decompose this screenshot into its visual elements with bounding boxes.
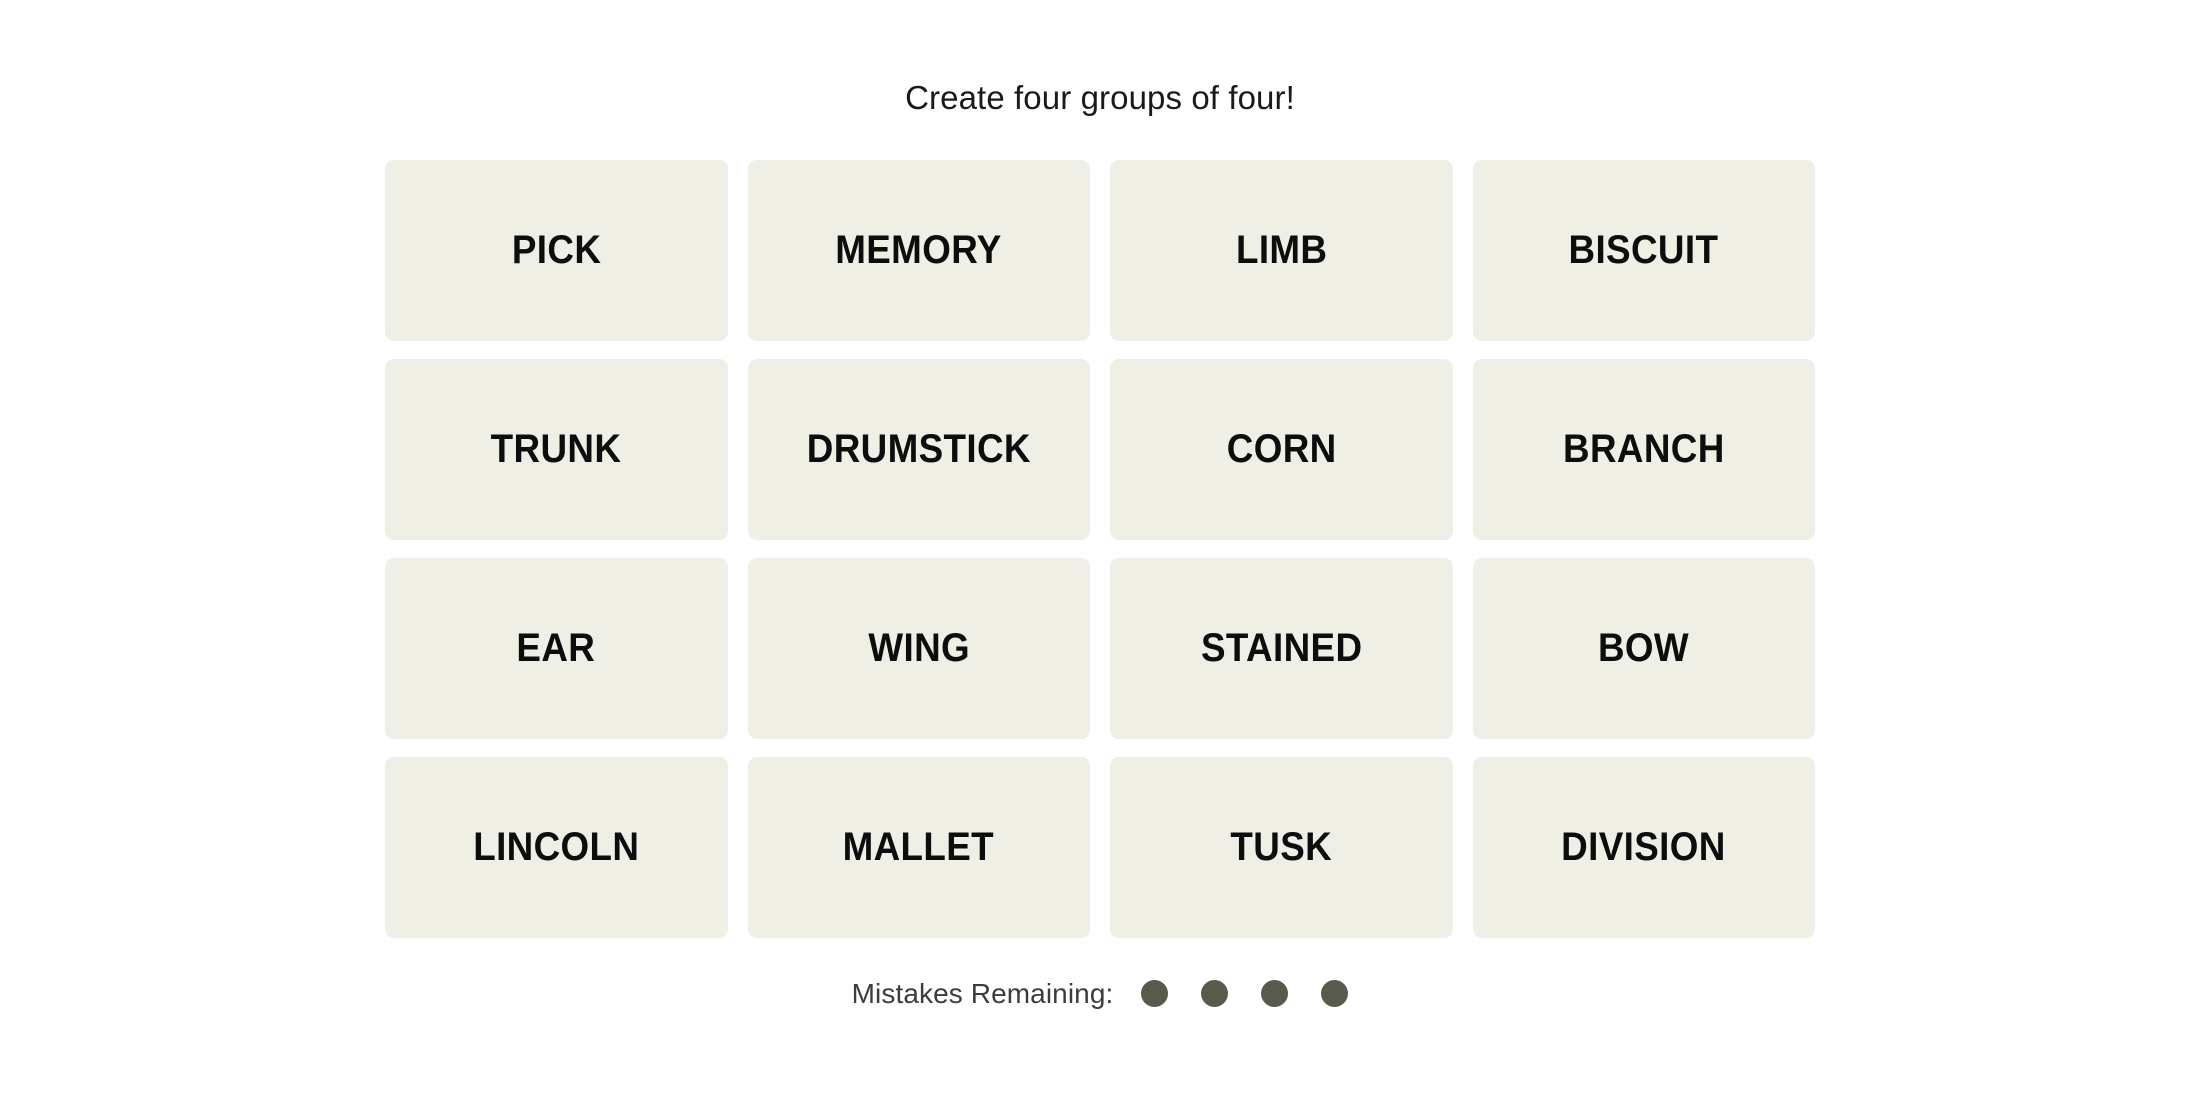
word-tile-label: WING — [867, 626, 970, 671]
word-tile-label: DIVISION — [1561, 825, 1726, 870]
word-tile-label: PICK — [511, 228, 601, 273]
word-tile[interactable]: STAINED — [1110, 557, 1453, 739]
word-tile[interactable]: MALLET — [747, 756, 1090, 938]
word-tile-label: TRUNK — [490, 427, 622, 472]
word-tile-label: DRUMSTICK — [806, 427, 1031, 472]
word-tile[interactable]: BOW — [1472, 557, 1815, 739]
connections-game-board: Create four groups of four! PICK MEMORY LI… — [0, 0, 2200, 1100]
word-tile[interactable]: DIVISION — [1472, 756, 1815, 938]
word-tile[interactable]: EAR — [385, 557, 728, 739]
word-tile-label: EAR — [516, 626, 596, 671]
word-tile[interactable]: PICK — [385, 159, 728, 341]
word-tile[interactable]: LINCOLN — [385, 756, 728, 938]
word-tile-label: LINCOLN — [473, 825, 640, 870]
word-tile-grid: PICK MEMORY LIMB BISCUIT TRUNK DRUMSTICK CORN B… — [385, 159, 1815, 938]
word-tile[interactable]: TRUNK — [385, 358, 728, 540]
word-tile-label: STAINED — [1200, 626, 1362, 671]
mistake-dot — [1201, 980, 1229, 1008]
word-tile[interactable]: BRANCH — [1472, 358, 1815, 540]
word-tile[interactable]: WING — [747, 557, 1090, 739]
word-tile-label: MALLET — [843, 825, 995, 870]
mistake-dot — [1261, 980, 1289, 1008]
word-tile-label: LIMB — [1235, 228, 1327, 273]
word-tile[interactable]: CORN — [1110, 358, 1453, 540]
word-tile-label: BRANCH — [1562, 427, 1725, 472]
mistakes-remaining-label: Mistakes Remaining: — [851, 977, 1114, 1009]
mistakes-remaining-row: Mistakes Remaining: — [852, 978, 1349, 1010]
word-tile-label: MEMORY — [835, 228, 1002, 273]
mistake-dot — [1141, 980, 1169, 1008]
mistake-dot — [1321, 980, 1349, 1008]
word-tile-label: CORN — [1226, 427, 1337, 472]
mistakes-dot-group — [1141, 980, 1349, 1008]
word-tile[interactable]: DRUMSTICK — [747, 358, 1090, 540]
page-title: Create four groups of four! — [905, 79, 1295, 116]
word-tile-label: TUSK — [1230, 825, 1333, 870]
word-tile[interactable]: LIMB — [1110, 159, 1453, 341]
word-tile[interactable]: BISCUIT — [1472, 159, 1815, 341]
word-tile-label: BISCUIT — [1568, 228, 1719, 273]
word-tile[interactable]: MEMORY — [747, 159, 1090, 341]
word-tile[interactable]: TUSK — [1110, 756, 1453, 938]
word-tile-label: BOW — [1598, 626, 1690, 671]
